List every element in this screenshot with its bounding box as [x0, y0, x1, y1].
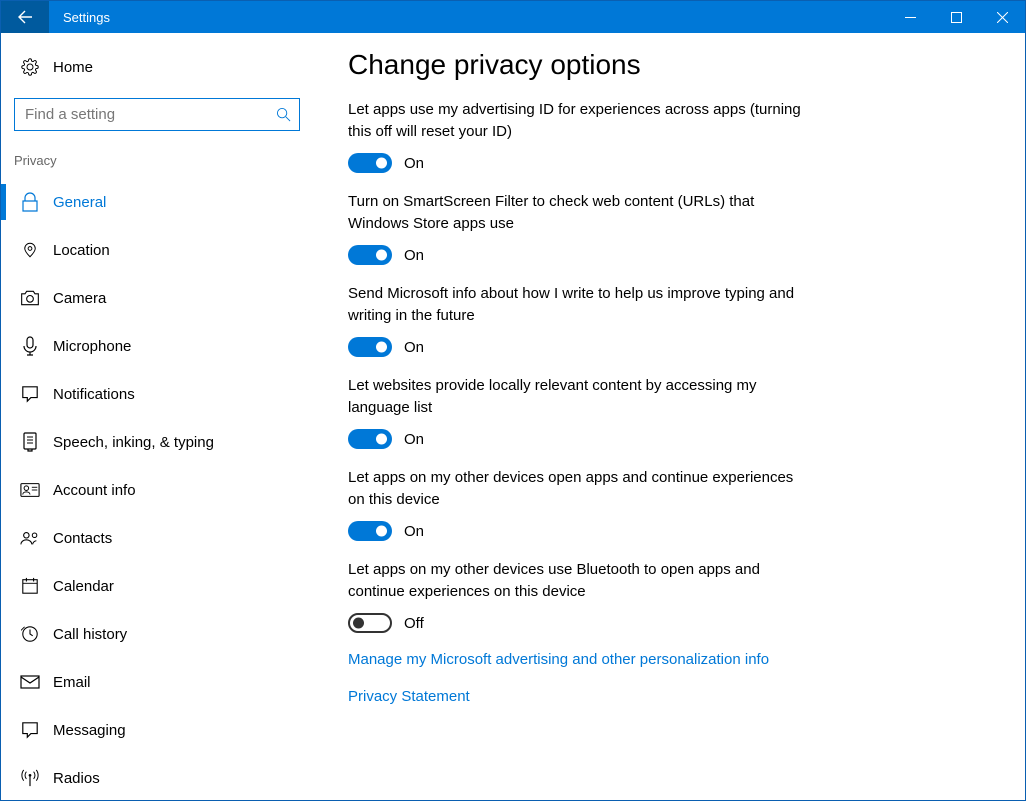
sidebar: Home Privacy General Loca	[1, 33, 313, 800]
calendar-icon	[20, 576, 40, 596]
sidebar-item-speech[interactable]: Speech, inking, & typing	[1, 418, 313, 466]
sidebar-item-general[interactable]: General	[1, 178, 313, 226]
close-icon	[997, 12, 1008, 23]
sidebar-item-label: Messaging	[53, 722, 126, 739]
maximize-button[interactable]	[933, 1, 979, 33]
sidebar-item-label: Call history	[53, 626, 127, 643]
setting-other-devices: Let apps on my other devices open apps a…	[348, 467, 808, 541]
body: Home Privacy General Loca	[1, 33, 1025, 800]
link-privacy-statement[interactable]: Privacy Statement	[348, 688, 995, 705]
back-button[interactable]	[1, 1, 49, 33]
camera-icon	[20, 288, 40, 308]
microphone-icon	[20, 336, 40, 356]
toggle-bluetooth-devices[interactable]	[348, 613, 392, 633]
sidebar-item-label: Camera	[53, 290, 106, 307]
toggle-state-label: On	[404, 523, 424, 540]
maximize-icon	[951, 12, 962, 23]
setting-typing-info: Send Microsoft info about how I write to…	[348, 283, 808, 357]
sidebar-item-label: Microphone	[53, 338, 131, 355]
gear-icon	[20, 58, 40, 76]
toggle-other-devices[interactable]	[348, 521, 392, 541]
window-controls	[887, 1, 1025, 33]
contacts-icon	[20, 528, 40, 548]
toggle-state-label: On	[404, 155, 424, 172]
toggle-language-list[interactable]	[348, 429, 392, 449]
toggle-state-label: On	[404, 339, 424, 356]
toggle-state-label: On	[404, 247, 424, 264]
toggle-smartscreen[interactable]	[348, 245, 392, 265]
setting-smartscreen: Turn on SmartScreen Filter to check web …	[348, 191, 808, 265]
content-pane: Change privacy options Let apps use my a…	[313, 33, 1025, 800]
sidebar-item-contacts[interactable]: Contacts	[1, 514, 313, 562]
toggle-typing-info[interactable]	[348, 337, 392, 357]
sidebar-item-calendar[interactable]: Calendar	[1, 562, 313, 610]
sidebar-item-label: Email	[53, 674, 91, 691]
setting-description: Send Microsoft info about how I write to…	[348, 283, 808, 327]
speech-icon	[20, 432, 40, 452]
sidebar-item-label: Contacts	[53, 530, 112, 547]
home-label: Home	[53, 59, 93, 76]
back-arrow-icon	[17, 9, 33, 25]
sidebar-section-title: Privacy	[14, 153, 313, 168]
sidebar-item-callhistory[interactable]: Call history	[1, 610, 313, 658]
sidebar-item-label: Speech, inking, & typing	[53, 434, 214, 451]
sidebar-item-email[interactable]: Email	[1, 658, 313, 706]
close-button[interactable]	[979, 1, 1025, 33]
radios-icon	[20, 768, 40, 788]
sidebar-item-location[interactable]: Location	[1, 226, 313, 274]
toggle-advertising-id[interactable]	[348, 153, 392, 173]
setting-language-list: Let websites provide locally relevant co…	[348, 375, 808, 449]
setting-description: Let apps on my other devices use Bluetoo…	[348, 559, 808, 603]
sidebar-item-label: Radios	[53, 770, 100, 787]
sidebar-item-label: Location	[53, 242, 110, 259]
toggle-state-label: Off	[404, 615, 424, 632]
sidebar-item-label: Account info	[53, 482, 136, 499]
sidebar-item-account[interactable]: Account info	[1, 466, 313, 514]
minimize-button[interactable]	[887, 1, 933, 33]
setting-description: Turn on SmartScreen Filter to check web …	[348, 191, 808, 235]
toggle-state-label: On	[404, 431, 424, 448]
callhistory-icon	[20, 624, 40, 644]
minimize-icon	[905, 12, 916, 23]
link-manage-advertising[interactable]: Manage my Microsoft advertising and othe…	[348, 651, 995, 668]
lock-icon	[20, 192, 40, 212]
sidebar-item-label: Notifications	[53, 386, 135, 403]
location-icon	[20, 240, 40, 260]
messaging-icon	[20, 720, 40, 740]
sidebar-item-notifications[interactable]: Notifications	[1, 370, 313, 418]
page-title: Change privacy options	[348, 49, 995, 81]
search-box[interactable]	[14, 98, 300, 131]
setting-description: Let apps use my advertising ID for exper…	[348, 99, 808, 143]
sidebar-item-label: General	[53, 194, 106, 211]
notifications-icon	[20, 384, 40, 404]
settings-window: Settings Home	[0, 0, 1026, 801]
sidebar-item-camera[interactable]: Camera	[1, 274, 313, 322]
home-button[interactable]: Home	[1, 43, 313, 91]
search-input[interactable]	[23, 105, 276, 124]
email-icon	[20, 672, 40, 692]
setting-description: Let websites provide locally relevant co…	[348, 375, 808, 419]
sidebar-item-messaging[interactable]: Messaging	[1, 706, 313, 754]
window-title: Settings	[63, 10, 110, 25]
setting-bluetooth-devices: Let apps on my other devices use Bluetoo…	[348, 559, 808, 633]
setting-advertising-id: Let apps use my advertising ID for exper…	[348, 99, 808, 173]
sidebar-item-radios[interactable]: Radios	[1, 754, 313, 800]
setting-description: Let apps on my other devices open apps a…	[348, 467, 808, 511]
titlebar: Settings	[1, 1, 1025, 33]
account-icon	[20, 480, 40, 500]
sidebar-item-microphone[interactable]: Microphone	[1, 322, 313, 370]
sidebar-item-label: Calendar	[53, 578, 114, 595]
search-icon	[276, 107, 291, 122]
